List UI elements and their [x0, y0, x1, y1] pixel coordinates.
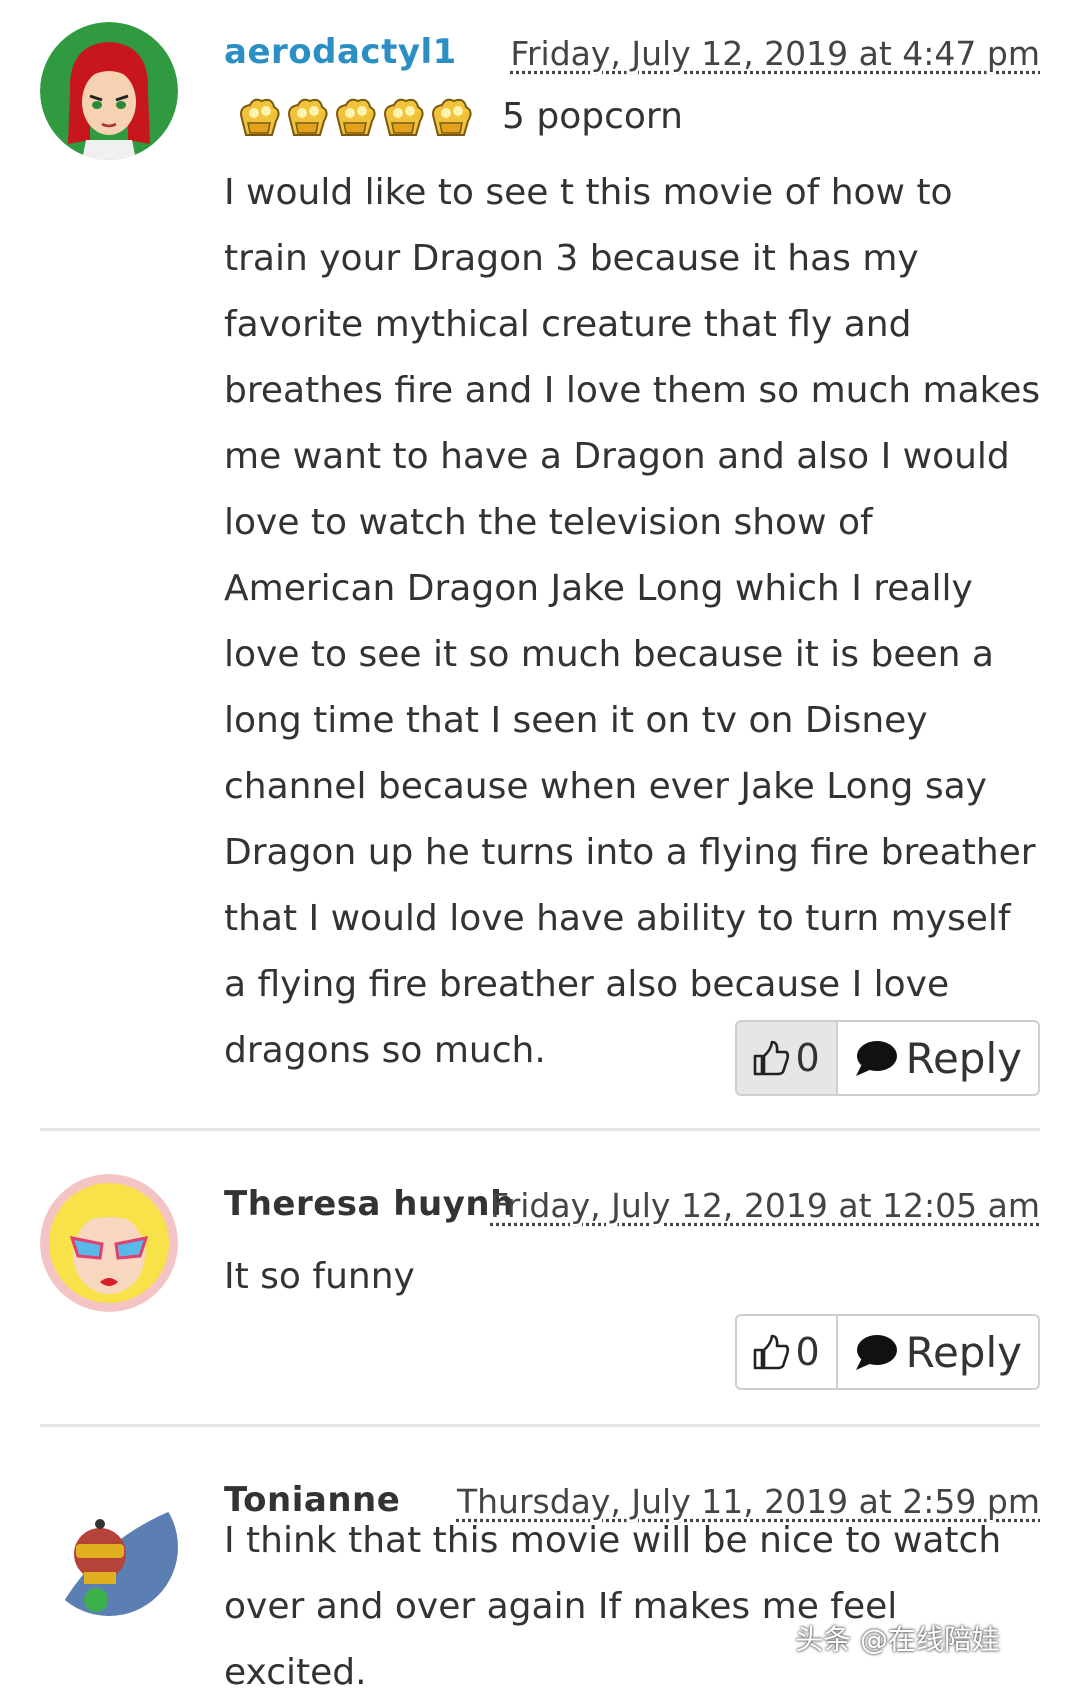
like-button[interactable]: 0 [737, 1316, 838, 1388]
avatar[interactable] [40, 22, 178, 160]
popcorn-icon [432, 98, 472, 136]
popcorn-icon [240, 98, 280, 136]
comment-actions: 0 Reply [735, 1020, 1040, 1096]
reply-label: Reply [905, 1327, 1022, 1377]
popcorn-icon [288, 98, 328, 136]
comment-date-link[interactable]: Friday, July 12, 2019 at 12:05 am [490, 1186, 1040, 1225]
popcorn-rating: 5 popcorn [236, 96, 683, 137]
rating-text: 5 popcorn [502, 96, 683, 137]
speech-bubble-icon [855, 1335, 897, 1370]
comment-text: I would like to see t this movie of how … [224, 172, 1041, 1071]
speech-bubble-icon [855, 1041, 897, 1076]
like-button[interactable]: 0 [737, 1022, 838, 1094]
like-count: 0 [795, 1330, 820, 1374]
comment-text: It so funny [224, 1256, 415, 1297]
thumbs-up-icon [754, 1334, 790, 1370]
like-count: 0 [795, 1036, 820, 1080]
comment-divider [40, 1128, 1040, 1131]
comment-text: I think that this movie will be nice to … [224, 1520, 1002, 1693]
comment-actions: 0 Reply [735, 1314, 1040, 1390]
comment-divider [40, 1424, 1040, 1427]
reply-label: Reply [905, 1033, 1022, 1083]
avatar[interactable] [40, 1174, 178, 1312]
reply-button[interactable]: Reply [838, 1316, 1038, 1388]
reply-button[interactable]: Reply [838, 1022, 1038, 1094]
avatar[interactable] [40, 1478, 178, 1616]
comment-author-link[interactable]: aerodactyl1 [224, 32, 457, 72]
comment-author: Theresa huynh [224, 1184, 515, 1224]
watermark-text: 头条 @在线陪娃 [795, 1623, 1000, 1656]
popcorn-icon [384, 98, 424, 136]
popcorn-icon [336, 98, 376, 136]
comment-date-link[interactable]: Friday, July 12, 2019 at 4:47 pm [510, 34, 1040, 73]
thumbs-up-icon [754, 1040, 790, 1076]
